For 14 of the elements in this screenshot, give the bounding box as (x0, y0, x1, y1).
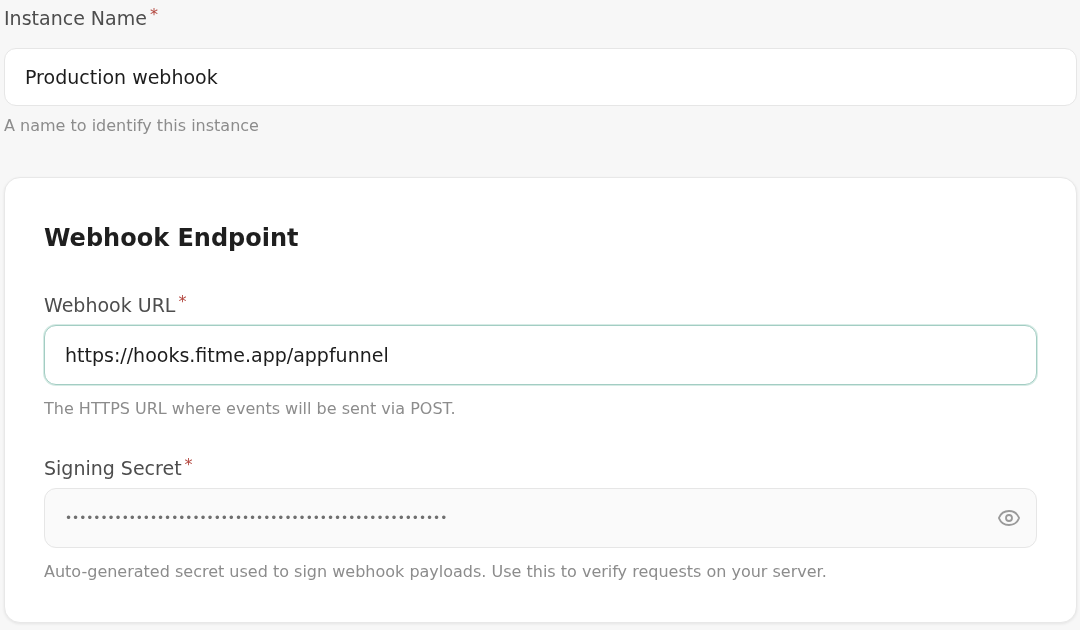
help-text: Auto-generated secret used to sign webhook payloads. Use this to verify requests on your server. (44, 562, 828, 582)
section-heading: Webhook Endpoint (44, 223, 300, 254)
text-field[interactable]: Production webhook (4, 48, 1077, 106)
required-mark: * (178, 293, 187, 311)
text-field[interactable]: https://hooks.fitme.app/appfunnel (44, 325, 1037, 385)
required-mark: * (149, 6, 158, 24)
eye-icon[interactable] (998, 510, 1020, 526)
required-mark: * (184, 456, 193, 474)
password-field[interactable]: •••••••••••••••••••••••••••••••••••••••••••••••••••••• (44, 488, 1037, 548)
field-label: Signing Secret (44, 456, 182, 480)
help-text: The HTTPS URL where events will be sent via POST. (44, 399, 457, 419)
help-text: A name to identify this instance (4, 116, 260, 136)
field-label: Instance Name (4, 6, 147, 30)
field-label: Webhook URL (44, 293, 176, 317)
